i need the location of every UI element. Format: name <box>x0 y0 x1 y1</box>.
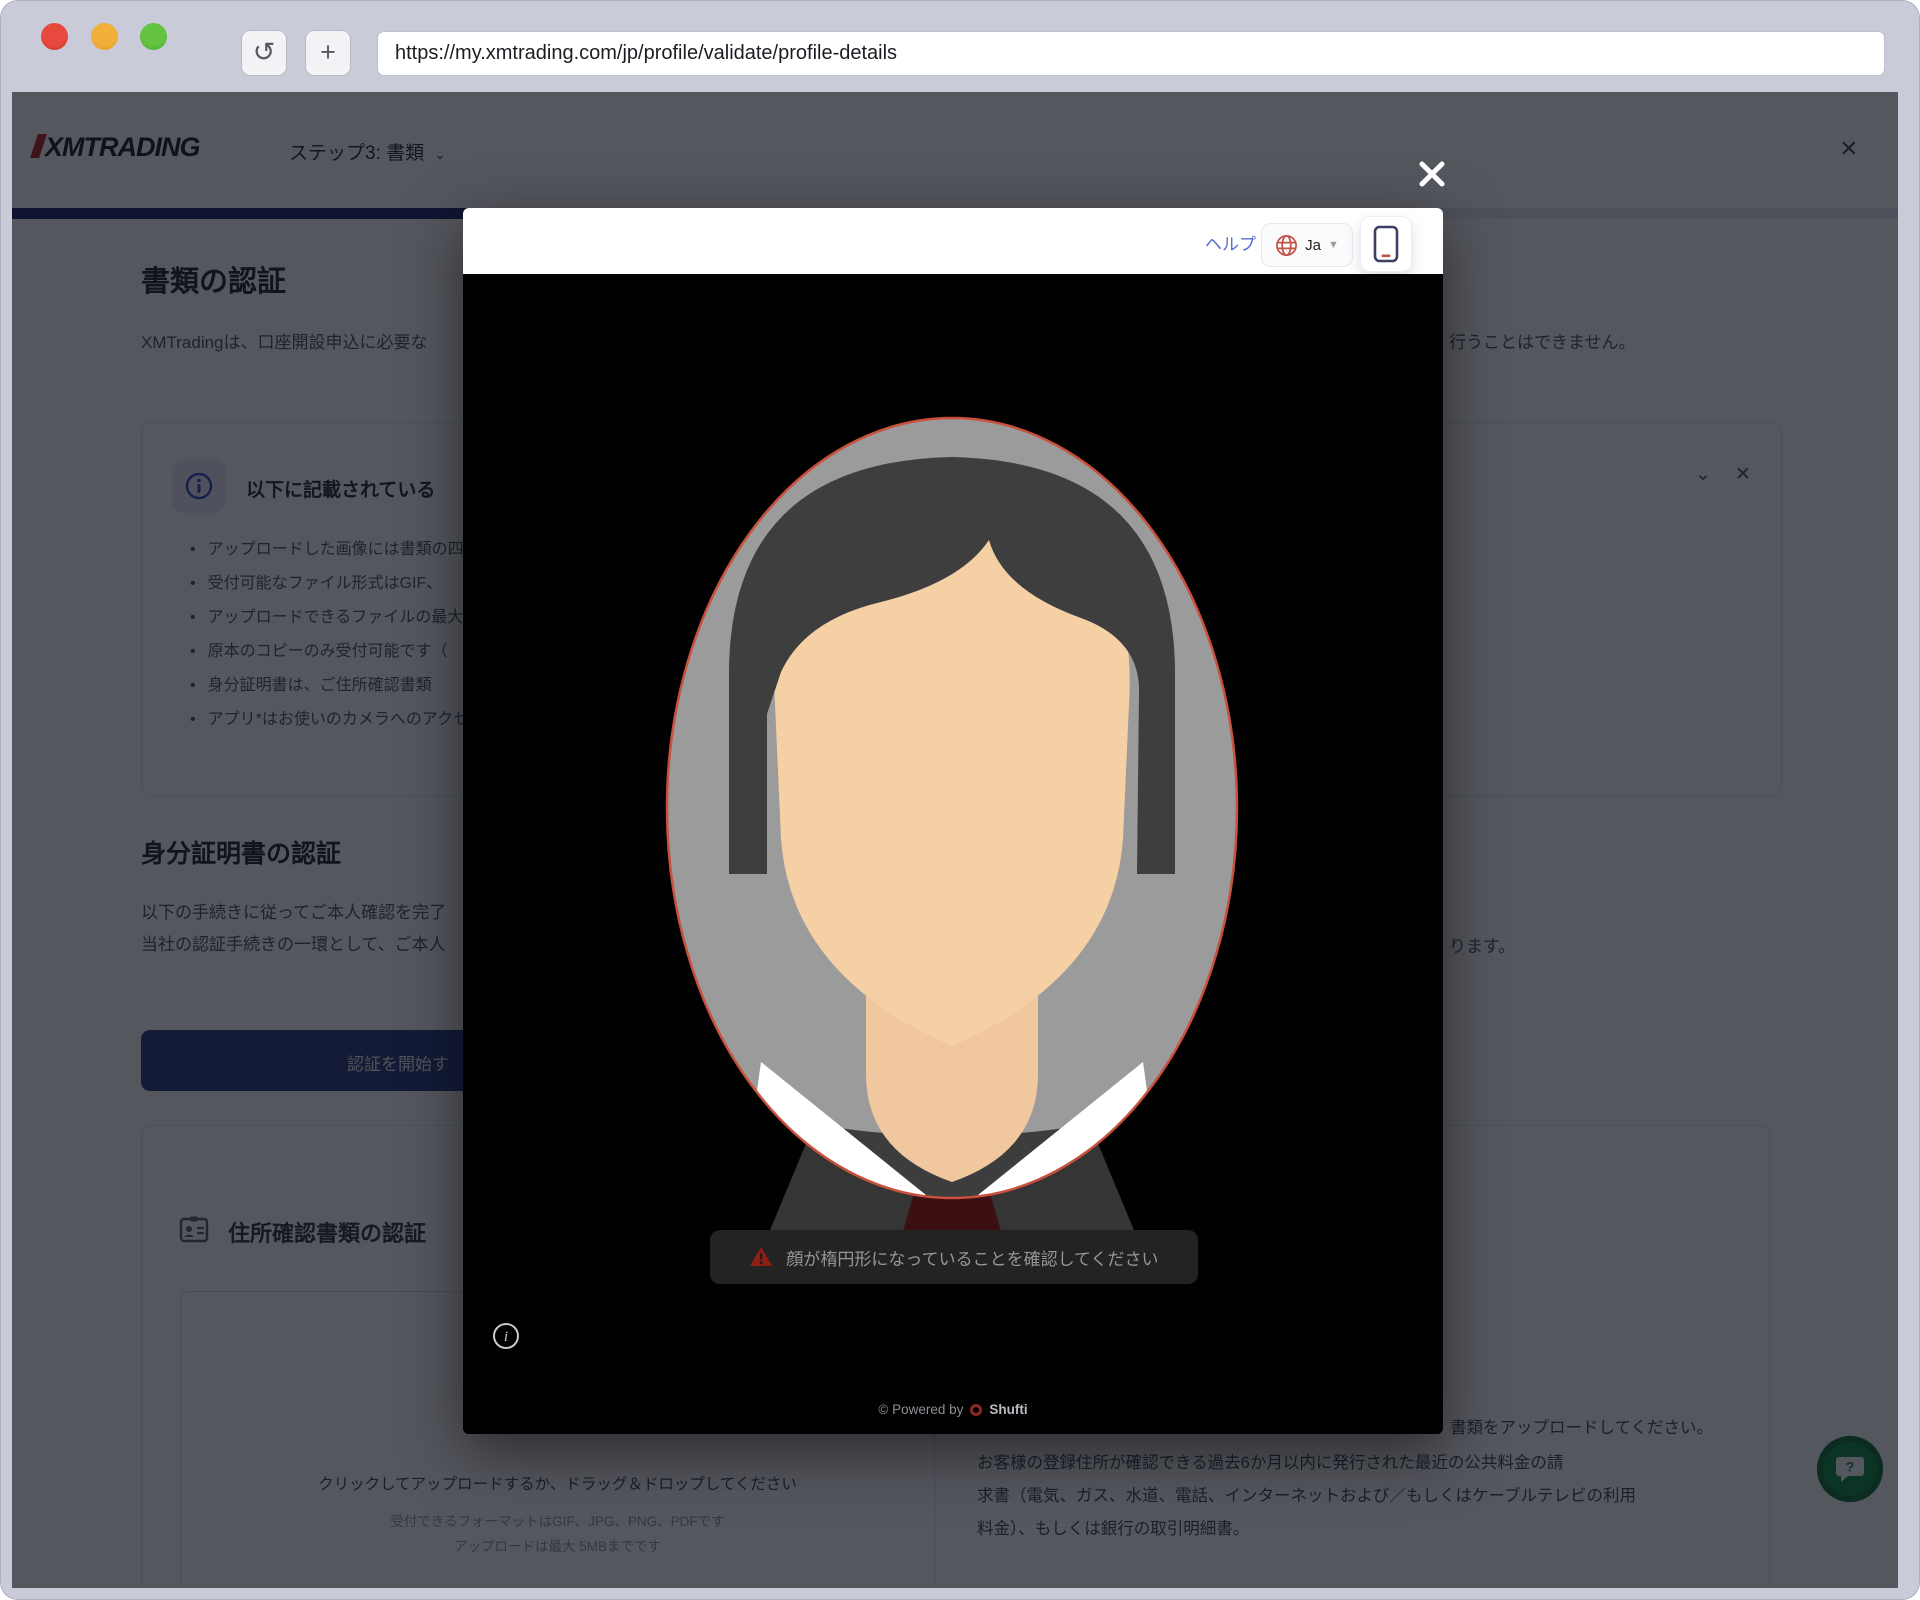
new-tab-button[interactable]: + <box>305 30 351 76</box>
warning-text: 顔が楕円形になっていることを確認してください <box>786 1249 1159 1269</box>
reload-icon: ↺ <box>252 37 276 67</box>
powered-by-text: © Powered by <box>878 1402 964 1417</box>
window-minimize-button[interactable] <box>91 23 118 50</box>
browser-chrome: ↺ + https://my.xmtrading.com/jp/profile/… <box>0 0 1920 92</box>
chevron-down-icon: ▼ <box>1327 239 1339 251</box>
smartphone-icon <box>1373 225 1399 263</box>
close-icon <box>1419 161 1445 187</box>
reload-button[interactable]: ↺ <box>241 30 287 76</box>
kyc-modal: ヘルプ Ja ▼ 顔全体を見せて <box>463 208 1443 1434</box>
plus-icon: + <box>320 37 336 67</box>
address-bar[interactable]: https://my.xmtrading.com/jp/profile/vali… <box>377 31 1885 76</box>
browser-window: ↺ + https://my.xmtrading.com/jp/profile/… <box>0 0 1920 1600</box>
warning-triangle-icon <box>750 1247 773 1266</box>
switch-to-phone-button[interactable] <box>1360 216 1412 272</box>
warning-toast: 顔が楕円形になっていることを確認してください <box>710 1230 1198 1284</box>
camera-info-icon[interactable]: i <box>493 1323 519 1349</box>
kyc-modal-header: ヘルプ Ja ▼ <box>463 208 1443 274</box>
language-selector[interactable]: Ja ▼ <box>1261 223 1353 267</box>
shufti-brand-text: Shufti <box>989 1402 1028 1417</box>
modal-close-button[interactable] <box>1416 158 1448 195</box>
window-zoom-button[interactable] <box>140 23 167 50</box>
help-link[interactable]: ヘルプ <box>1205 230 1256 255</box>
camera-view: 顔全体を見せて <box>463 274 1443 1434</box>
page-content: XMTRADING ステップ3: 書類⌄ ✕ 書類の認証 XMTradingは、… <box>12 92 1898 1588</box>
language-value: Ja <box>1305 236 1321 254</box>
window-close-button[interactable] <box>41 23 68 50</box>
shufti-logo-icon <box>970 1403 983 1416</box>
powered-by: © Powered by Shufti <box>463 1402 1443 1417</box>
globe-icon <box>1276 234 1298 256</box>
